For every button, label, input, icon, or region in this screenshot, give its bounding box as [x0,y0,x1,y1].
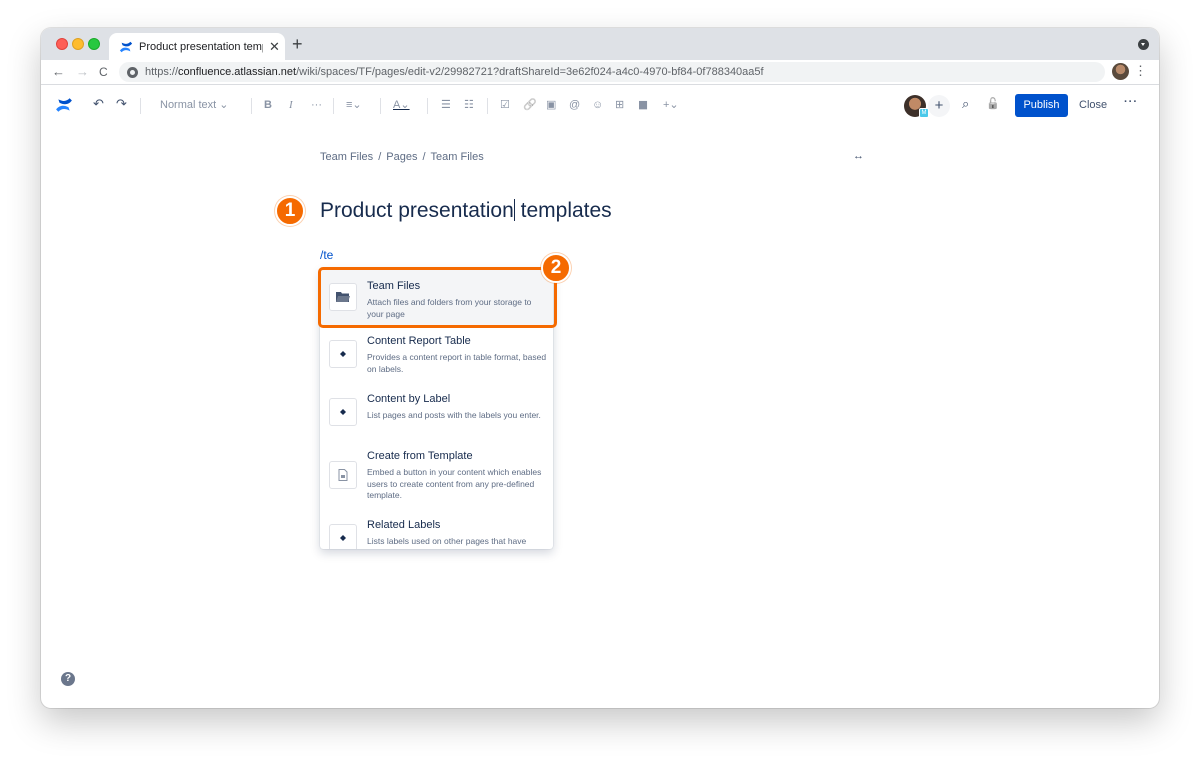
navigation-bar: ← → C https://confluence.atlassian.net/w… [41,60,1159,85]
menu-item-create-from-template[interactable]: Create from Template Embed a button in y… [320,440,553,509]
profile-avatar[interactable] [1112,63,1129,80]
emoji-icon[interactable]: ☺ [592,98,603,112]
puzzle-icon [329,524,357,549]
menu-item-content-by-label[interactable]: Content by Label List pages and posts wi… [320,383,553,440]
toolbar-divider [487,98,488,114]
menu-item-title: Content Report Table [367,335,471,347]
forward-button[interactable]: → [76,63,89,81]
menu-item-description: List pages and posts with the labels you… [367,410,541,420]
publish-button[interactable]: Publish [1015,94,1068,117]
chrome-profile-menu-icon[interactable] [1138,39,1149,50]
menu-item-title: Related Labels [367,519,441,531]
user-badge: M [919,108,929,118]
bullet-list-icon[interactable]: ☰ [441,98,451,112]
more-formatting-button[interactable]: ··· [311,98,322,112]
browser-window: Product presentation template ✕ + ← → C … [41,28,1159,708]
page-title[interactable]: Product presentation templates [320,199,612,223]
confluence-logo-icon[interactable] [55,96,73,114]
search-icon[interactable]: ⌕ [962,97,969,111]
reload-button[interactable]: C [99,63,108,81]
invite-button[interactable]: + [928,95,950,117]
full-width-toggle-icon[interactable]: ↔ [853,150,864,162]
menu-item-related-labels[interactable]: Related Labels Lists labels used on othe… [320,509,553,549]
layouts-icon[interactable]: ▮▮ [638,98,648,112]
browser-menu-icon[interactable]: ⋮ [1134,63,1147,79]
maximize-window-button[interactable] [88,38,100,50]
site-info-icon[interactable] [127,66,138,78]
browser-tab[interactable]: Product presentation template ✕ [109,33,285,60]
breadcrumb-separator: / [422,151,426,163]
highlight-box [318,267,557,328]
tab-title: Product presentation template [139,40,263,53]
slash-command-text[interactable]: /te [320,248,333,262]
editor-toolbar: ↶ ↷ Normal text ⌄ B I ··· ≡⌄ A⌄ ☰ ☷ ☑ 🔗 … [41,86,1159,126]
new-tab-button[interactable]: + [292,35,303,53]
table-icon[interactable]: ⊞ [615,98,624,112]
menu-item-title: Create from Template [367,450,473,462]
breadcrumb: Team Files / Pages / Team Files [320,151,484,163]
url-text: https://confluence.atlassian.net/wiki/sp… [145,66,764,78]
step-badge-2: 2 [541,253,571,283]
toolbar-divider [333,98,334,114]
insert-dropdown[interactable]: +⌄ [663,98,679,112]
menu-item-content-report-table[interactable]: Content Report Table Provides a content … [320,325,553,383]
menu-item-title: Content by Label [367,393,451,405]
italic-button[interactable]: I [289,98,293,112]
menu-item-description: Embed a button in your content which ena… [367,467,542,500]
tab-close-icon[interactable]: ✕ [269,40,280,53]
back-button[interactable]: ← [52,63,65,81]
restrictions-lock-icon[interactable]: 🔓 [986,97,1000,111]
image-icon[interactable]: ▣ [546,98,556,112]
confluence-favicon-icon [119,41,133,52]
breadcrumb-item[interactable]: Pages [386,151,417,163]
step-badge-1: 1 [275,196,305,226]
toolbar-divider [427,98,428,114]
align-dropdown[interactable]: ≡⌄ [346,98,362,112]
toolbar-divider [140,98,141,114]
menu-item-description: Lists labels used on other pages that ha… [367,536,527,546]
link-icon[interactable]: 🔗 [523,98,537,112]
toolbar-divider [380,98,381,114]
puzzle-icon [329,340,357,368]
bold-button[interactable]: B [264,98,272,112]
menu-item-description: Provides a content report in table forma… [367,352,547,374]
mention-icon[interactable]: @ [569,98,580,112]
action-item-icon[interactable]: ☑ [500,98,510,112]
text-style-dropdown[interactable]: Normal text ⌄ [160,98,229,112]
minimize-window-button[interactable] [72,38,84,50]
template-icon [329,461,357,489]
breadcrumb-item[interactable]: Team Files [320,151,373,163]
puzzle-icon [329,398,357,426]
toolbar-divider [251,98,252,114]
breadcrumb-item[interactable]: Team Files [431,151,484,163]
text-color-dropdown[interactable]: A⌄ [393,98,410,112]
address-bar[interactable]: https://confluence.atlassian.net/wiki/sp… [119,62,1105,82]
undo-icon[interactable]: ↶ [93,97,104,111]
close-window-button[interactable] [56,38,68,50]
breadcrumb-separator: / [378,151,382,163]
tab-strip: Product presentation template ✕ + [41,28,1159,60]
redo-icon[interactable]: ↷ [116,97,127,111]
help-icon[interactable]: ? [61,672,75,686]
more-actions-button[interactable]: ··· [1124,96,1138,108]
close-button[interactable]: Close [1079,99,1107,111]
numbered-list-icon[interactable]: ☷ [464,98,474,112]
